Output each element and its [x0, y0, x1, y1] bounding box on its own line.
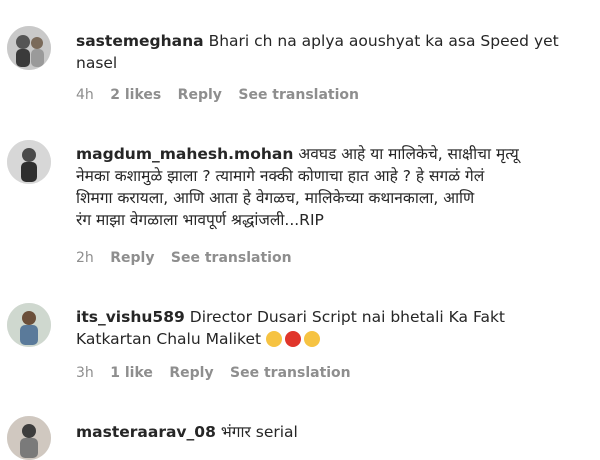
comment-time: 4h: [76, 87, 94, 103]
see-translation-button[interactable]: See translation: [238, 87, 359, 103]
see-translation-button[interactable]: See translation: [171, 250, 292, 266]
comment-meta: 3h 1 like Reply See translation: [76, 365, 363, 381]
reply-button[interactable]: Reply: [178, 87, 222, 103]
avatar[interactable]: [7, 140, 51, 184]
comment-line: अवघड आहे या मालिकेचे, साक्षीचा मृत्यू: [298, 145, 519, 163]
angry-face-emoji-icon: [285, 331, 302, 347]
comment-line: भंगार serial: [220, 423, 298, 441]
comment-line: Director Dusari Script nai bhetali Ka Fa…: [189, 308, 506, 326]
user-avatar-icon: [7, 416, 51, 460]
comment-text: sastemeghana Bhari ch na aplya aoushyat k…: [76, 30, 591, 74]
comment-line: Katkartan Chalu Maliket: [76, 330, 262, 348]
comment-text: its_vishu589 Director Dusari Script nai b…: [76, 306, 591, 350]
comment-time: 2h: [76, 250, 94, 266]
user-avatar-icon: [7, 303, 51, 347]
comment-meta: 2h Reply See translation: [76, 250, 304, 266]
comment-meta: 4h 2 likes Reply See translation: [76, 87, 371, 103]
see-translation-button[interactable]: See translation: [230, 365, 351, 381]
avatar[interactable]: [7, 416, 51, 460]
reply-button[interactable]: Reply: [110, 250, 154, 266]
avatar[interactable]: [7, 303, 51, 347]
comment-username[interactable]: sastemeghana: [76, 32, 204, 50]
comment-username[interactable]: masteraarav_08: [76, 423, 216, 441]
avatar[interactable]: [7, 26, 51, 70]
comment-line: Bhari ch na aplya aoushyat ka asa Speed …: [208, 32, 559, 50]
comment-text: magdum_mahesh.mohan अवघड आहे या मालिकेचे,…: [76, 143, 591, 231]
comment-username[interactable]: magdum_mahesh.mohan: [76, 145, 293, 163]
sad-face-emoji-icon: [266, 331, 283, 347]
likes-count[interactable]: 2 likes: [110, 87, 161, 103]
comment-username[interactable]: its_vishu589: [76, 308, 185, 326]
user-avatar-icon: [7, 140, 51, 184]
comment-line: nasel: [76, 54, 118, 72]
comment-time: 3h: [76, 365, 94, 381]
reply-button[interactable]: Reply: [169, 365, 213, 381]
likes-count[interactable]: 1 like: [110, 365, 153, 381]
sweat-smile-emoji-icon: [304, 331, 321, 347]
comment-line: रंग माझा वेगळाला भावपूर्ण श्रद्धांजली...…: [76, 211, 324, 229]
comment-text: masteraarav_08 भंगार serial: [76, 421, 591, 443]
comment-line: शिमगा करायला, आणि आता हे वेगळच, मालिकेच्…: [76, 189, 475, 207]
user-avatar-icon: [7, 26, 51, 70]
comment-line: नेमका कशामुळे झाला ? त्यामागे नक्की कोणा…: [76, 167, 485, 185]
